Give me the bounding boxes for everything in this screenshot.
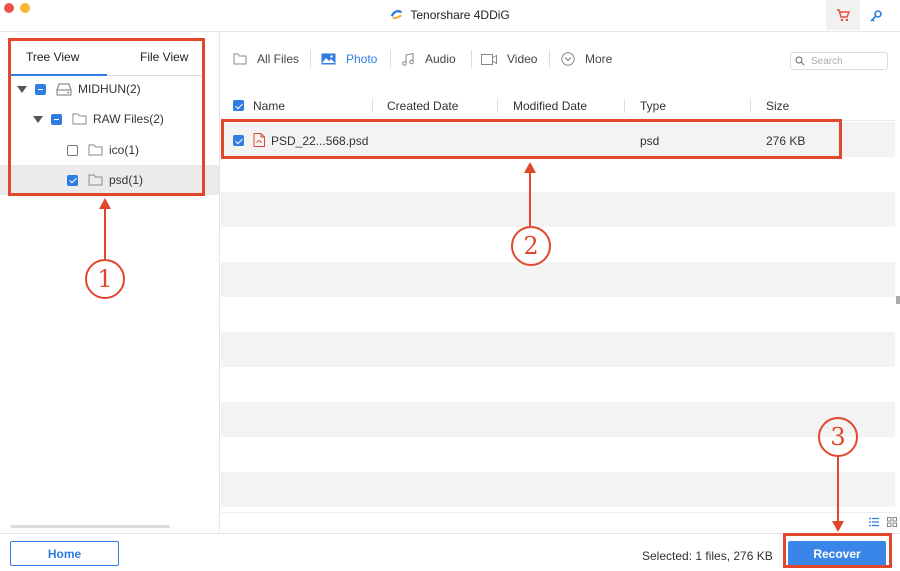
empty-row <box>221 157 895 192</box>
search-input[interactable]: Search <box>790 52 888 70</box>
app-title: Tenorshare 4DDiG <box>0 8 900 22</box>
register-button[interactable] <box>866 6 886 26</box>
app-window: Tenorshare 4DDiG Tree View File View MID… <box>0 0 900 571</box>
annotation-box-2 <box>221 119 842 159</box>
app-logo-icon <box>391 9 403 20</box>
video-icon <box>481 53 497 65</box>
filter-label: All Files <box>257 52 300 66</box>
empty-row <box>221 367 895 402</box>
annotation-marker-1: 1 <box>85 259 125 299</box>
annotation-box-1 <box>8 38 205 196</box>
divider <box>624 99 625 113</box>
divider <box>471 50 472 68</box>
file-list: PSD_22...568.psd psd 276 KB <box>221 122 895 512</box>
filter-audio[interactable]: Audio <box>401 52 456 66</box>
annotation-marker-2: 2 <box>511 226 551 266</box>
empty-row <box>221 297 895 332</box>
list-footer <box>221 512 895 533</box>
selection-status: Selected: 1 files, 276 KB <box>642 549 773 563</box>
chevron-circle-icon <box>561 52 575 66</box>
panel-collapse-handle[interactable] <box>896 296 900 304</box>
sidebar-scrollbar[interactable] <box>10 525 170 528</box>
filter-all-files[interactable]: All Files <box>233 52 299 66</box>
column-created-date[interactable]: Created Date <box>387 99 458 113</box>
divider <box>497 99 498 113</box>
filter-label: Audio <box>425 52 456 66</box>
title-bar: Tenorshare 4DDiG <box>0 0 900 32</box>
empty-row <box>221 332 895 367</box>
empty-row <box>221 262 895 297</box>
filter-more[interactable]: More <box>561 52 612 66</box>
column-size[interactable]: Size <box>766 99 789 113</box>
annotation-arrow-1 <box>104 207 106 259</box>
list-view-icon[interactable] <box>869 517 879 527</box>
app-title-text: Tenorshare 4DDiG <box>410 8 510 22</box>
divider <box>750 99 751 113</box>
cart-icon <box>837 8 850 21</box>
key-icon <box>870 10 882 22</box>
folder-icon <box>233 53 247 65</box>
divider <box>310 50 311 68</box>
empty-row <box>221 192 895 227</box>
filter-video[interactable]: Video <box>481 52 537 66</box>
annotation-marker-3: 3 <box>818 417 858 457</box>
empty-row <box>221 402 895 437</box>
empty-row <box>221 227 895 262</box>
home-button[interactable]: Home <box>10 541 119 566</box>
search-icon <box>795 56 805 66</box>
column-name[interactable]: Name <box>253 99 285 113</box>
filter-label: More <box>585 52 613 66</box>
column-modified-date[interactable]: Modified Date <box>513 99 587 113</box>
divider <box>372 99 373 113</box>
empty-row <box>221 472 895 507</box>
empty-row <box>221 437 895 472</box>
divider <box>549 50 550 68</box>
image-icon <box>321 53 336 65</box>
annotation-arrow-2 <box>529 171 531 226</box>
table-header: Name Created Date Modified Date Type Siz… <box>221 91 895 121</box>
annotation-arrow-3 <box>837 457 839 522</box>
filter-photo[interactable]: Photo <box>321 52 377 66</box>
grid-view-icon[interactable] <box>887 517 897 527</box>
annotation-box-3 <box>783 533 892 568</box>
filter-label: Video <box>507 52 538 66</box>
select-all-checkbox[interactable] <box>233 100 244 111</box>
filter-label: Photo <box>346 52 378 66</box>
search-placeholder: Search <box>811 55 843 67</box>
cart-button[interactable] <box>826 0 860 30</box>
divider <box>390 50 391 68</box>
column-type[interactable]: Type <box>640 99 666 113</box>
bottom-bar: Home Selected: 1 files, 276 KB Recover <box>0 533 900 571</box>
annotation-arrow-3-head <box>832 521 844 532</box>
music-icon <box>402 52 414 66</box>
